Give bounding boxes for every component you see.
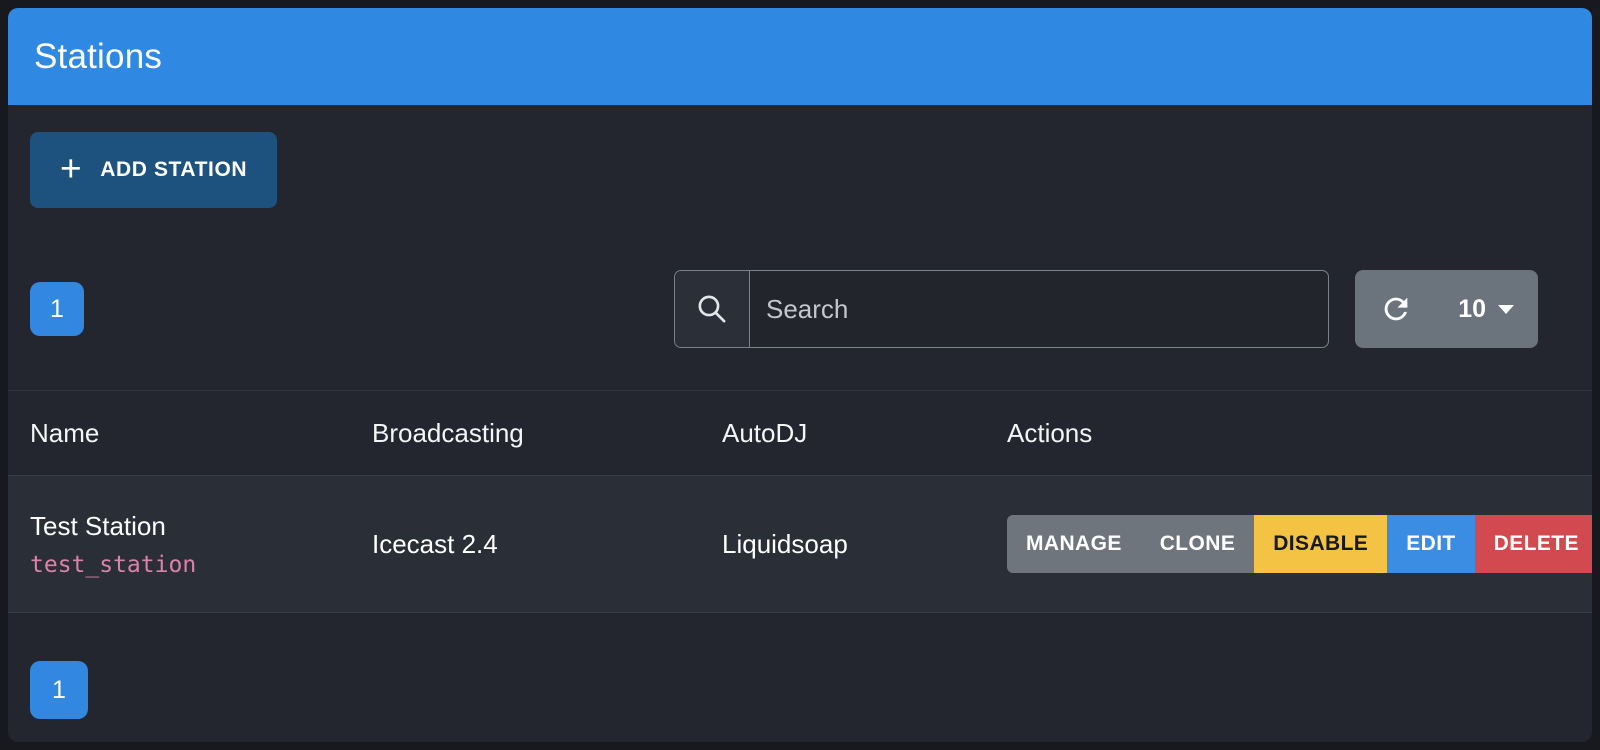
station-broadcasting-cell: Icecast 2.4 — [372, 529, 722, 560]
search-icon — [675, 271, 750, 347]
station-actions-cell: MANAGE CLONE DISABLE EDIT DELETE — [1007, 515, 1592, 573]
search-box — [674, 270, 1329, 348]
add-station-label: ADD STATION — [100, 158, 247, 182]
panel-body: + ADD STATION 1 — [8, 105, 1592, 348]
column-header-broadcasting: Broadcasting — [372, 418, 722, 449]
station-name: Test Station — [30, 511, 372, 542]
toolbar-controls: 10 — [674, 270, 1538, 348]
per-page-dropdown[interactable]: 10 — [1458, 295, 1514, 324]
table-header-row: Name Broadcasting AutoDJ Actions — [8, 390, 1592, 475]
search-input[interactable] — [750, 271, 1328, 347]
column-header-actions: Actions — [1007, 418, 1592, 449]
bottom-pagination: 1 — [30, 661, 1592, 719]
stations-table: Name Broadcasting AutoDJ Actions Test St… — [8, 390, 1592, 613]
station-autodj-cell: Liquidsoap — [722, 529, 1007, 560]
panel-header: Stations — [8, 8, 1592, 105]
page-title: Stations — [34, 37, 162, 77]
add-station-button[interactable]: + ADD STATION — [30, 132, 277, 208]
manage-button[interactable]: MANAGE — [1007, 515, 1141, 573]
disable-button[interactable]: DISABLE — [1254, 515, 1387, 573]
plus-icon: + — [60, 150, 82, 187]
stations-panel: Stations + ADD STATION 1 — [8, 8, 1592, 742]
delete-button[interactable]: DELETE — [1475, 515, 1592, 573]
table-toolbar: 1 — [30, 270, 1570, 348]
per-page-control: 10 — [1355, 270, 1538, 348]
station-short-name: test_station — [30, 552, 372, 578]
station-name-cell: Test Station test_station — [30, 511, 372, 578]
column-header-name: Name — [30, 418, 372, 449]
caret-down-icon — [1498, 305, 1514, 314]
edit-button[interactable]: EDIT — [1387, 515, 1474, 573]
clone-button[interactable]: CLONE — [1141, 515, 1255, 573]
pagination-page-1-top[interactable]: 1 — [30, 282, 84, 336]
pagination-page-1-bottom[interactable]: 1 — [30, 661, 88, 719]
station-actions-group: MANAGE CLONE DISABLE EDIT DELETE — [1007, 515, 1592, 573]
table-row: Test Station test_station Icecast 2.4 Li… — [8, 475, 1592, 613]
per-page-value: 10 — [1458, 295, 1486, 324]
refresh-button[interactable] — [1379, 292, 1413, 326]
column-header-autodj: AutoDJ — [722, 418, 1007, 449]
